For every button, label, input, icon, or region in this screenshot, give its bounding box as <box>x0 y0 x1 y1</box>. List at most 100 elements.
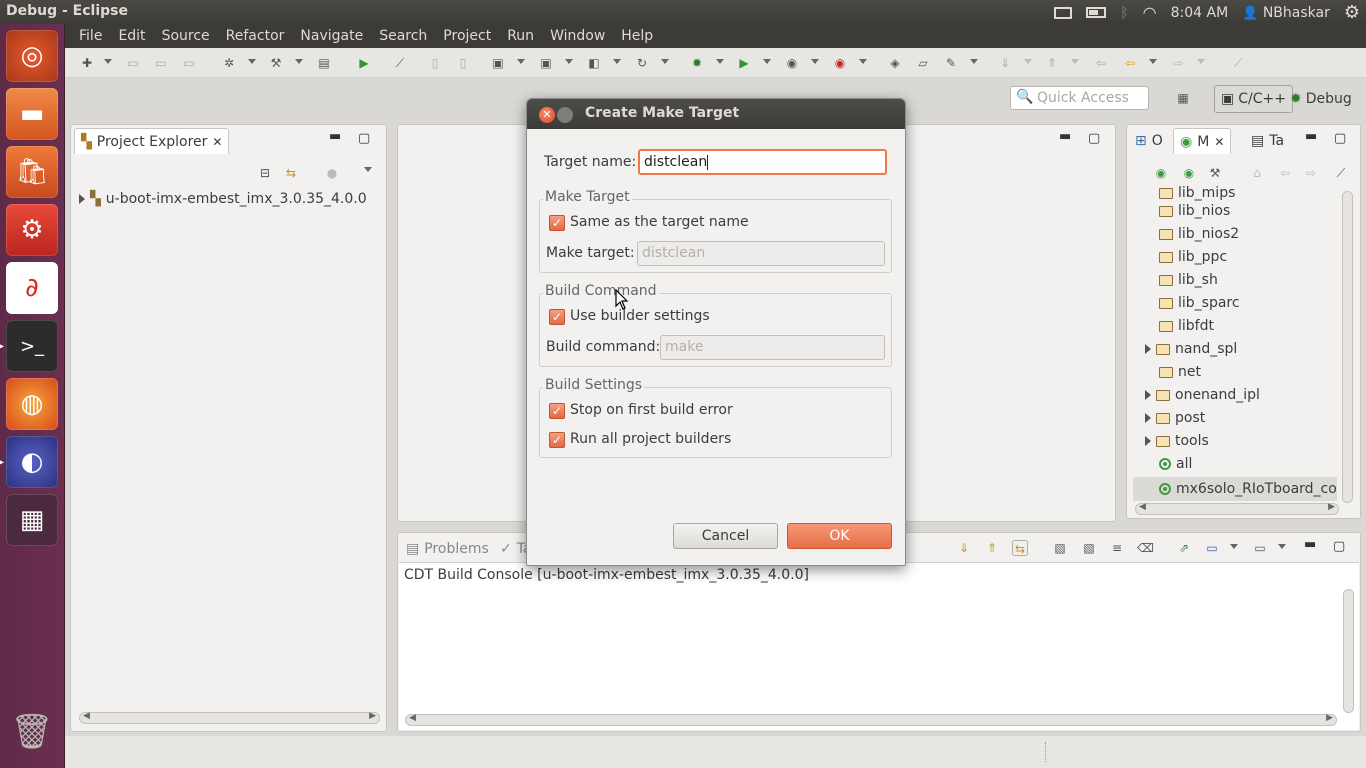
menu-source[interactable]: Source <box>154 28 218 44</box>
binary-icon[interactable]: ▤ <box>316 55 332 71</box>
horizontal-scrollbar[interactable]: ◀ ▶ <box>79 711 380 724</box>
back-dropdown-icon[interactable] <box>1149 59 1157 64</box>
link-console-icon[interactable]: ⇆ <box>1012 540 1028 556</box>
expand-icon[interactable] <box>1145 390 1151 400</box>
maximize-icon[interactable]: ▢ <box>358 131 370 146</box>
scroll-right-icon[interactable]: ▶ <box>369 711 376 721</box>
next-annotation-dropdown-icon[interactable] <box>1024 59 1032 64</box>
print-icon[interactable]: ▭ <box>181 55 197 71</box>
software-center-icon[interactable]: 🛍 <box>6 146 58 198</box>
new-class-icon[interactable]: ◧ <box>586 55 602 71</box>
quick-access-input[interactable]: 🔍 Quick Access <box>1010 86 1149 110</box>
menu-run[interactable]: Run <box>499 28 542 44</box>
minimize-icon[interactable] <box>557 107 573 123</box>
open-console-icon[interactable]: ⇗ <box>1176 540 1192 556</box>
folder-dropdown-icon[interactable] <box>565 59 573 64</box>
eclipse-icon[interactable]: ◐ <box>0 436 58 488</box>
build-command-field[interactable]: make <box>660 335 885 360</box>
save-icon[interactable]: ▭ <box>125 55 141 71</box>
debug-bug-icon[interactable]: ✹ <box>689 55 705 71</box>
search-wand-icon[interactable]: ✎ <box>943 55 959 71</box>
new-cpp-project-icon[interactable]: ▣ <box>490 55 506 71</box>
run-all-builders-checkbox[interactable]: ✓ <box>549 432 565 448</box>
editor-minimize-icon[interactable]: ▬ <box>1059 129 1071 144</box>
console-content[interactable]: CDT Build Console [u-boot-imx-embest_imx… <box>399 562 1359 730</box>
build-hammer-icon[interactable]: ⚒ <box>268 55 284 71</box>
wifi-icon[interactable]: ◠ <box>1143 3 1157 22</box>
workspace-switcher-icon[interactable]: ▦ <box>6 494 58 546</box>
terminate-icon[interactable]: ▯ <box>455 55 471 71</box>
new-folder-icon[interactable]: ▣ <box>538 55 554 71</box>
profile-dropdown-icon[interactable] <box>811 59 819 64</box>
airtel-icon[interactable]: ∂ <box>6 262 58 314</box>
forward-arrow-icon[interactable]: ⇨ <box>1303 165 1319 181</box>
tab-outline[interactable]: ⊞ O <box>1129 128 1169 154</box>
list-item[interactable]: lib_ppc <box>1159 249 1227 265</box>
vertical-scrollbar[interactable] <box>1343 589 1354 713</box>
minimize-icon[interactable]: ▬ <box>1304 537 1316 552</box>
new-target-icon[interactable]: ◉ <box>1181 165 1197 181</box>
new-project-dropdown-icon[interactable] <box>517 59 525 64</box>
expand-icon[interactable] <box>1145 436 1151 446</box>
scroll-down-icon[interactable]: ⇓ <box>956 540 972 556</box>
same-as-target-label[interactable]: Same as the target name <box>570 214 749 230</box>
close-icon[interactable]: ✕ <box>539 107 555 123</box>
firefox-icon[interactable]: ◍ <box>6 378 58 430</box>
list-item[interactable]: lib_nios <box>1159 203 1230 219</box>
files-icon[interactable]: ▬ <box>6 88 58 140</box>
use-builder-settings-checkbox[interactable]: ✓ <box>549 309 565 325</box>
forward-icon[interactable]: ⇨ <box>1170 55 1186 71</box>
run-dropdown-icon[interactable] <box>763 59 771 64</box>
terminal-icon[interactable]: >_ <box>0 320 58 372</box>
home-icon[interactable]: ⌂ <box>1249 165 1265 181</box>
stop-on-error-label[interactable]: Stop on first build error <box>570 402 733 418</box>
maximize-icon[interactable]: ▢ <box>1333 539 1345 554</box>
skip-breakpoints-icon[interactable]: ⟋ <box>392 55 408 71</box>
expand-icon[interactable] <box>79 194 85 204</box>
horizontal-scrollbar[interactable]: ◀ ▶ <box>1135 502 1339 515</box>
horizontal-scrollbar[interactable]: ◀ ▶ <box>405 713 1337 726</box>
ok-button[interactable]: OK <box>787 523 892 549</box>
menu-edit[interactable]: Edit <box>110 28 153 44</box>
close-icon[interactable]: ✕ <box>1214 135 1224 149</box>
editor-maximize-icon[interactable]: ▢ <box>1088 131 1100 146</box>
list-item[interactable]: lib_sparc <box>1159 295 1240 311</box>
list-item[interactable]: tools <box>1145 433 1209 449</box>
new-console-dropdown-icon[interactable] <box>1278 544 1286 549</box>
refresh-dropdown-icon[interactable] <box>661 59 669 64</box>
mail-icon[interactable] <box>1054 6 1073 19</box>
pin-icon[interactable]: ▧ <box>1081 540 1097 556</box>
system-settings-icon[interactable]: ⚙ <box>6 204 58 256</box>
list-item[interactable]: onenand_ipl <box>1145 387 1260 403</box>
resume-icon[interactable]: ▶ <box>356 55 372 71</box>
scroll-up-icon[interactable]: ⇑ <box>984 540 1000 556</box>
user-menu[interactable]: 👤 NBhaskar <box>1242 5 1330 21</box>
debug-dropdown-icon[interactable] <box>716 59 724 64</box>
new-icon[interactable]: ✚ <box>79 55 95 71</box>
next-annotation-icon[interactable]: ⇓ <box>997 55 1013 71</box>
same-as-target-checkbox[interactable]: ✓ <box>549 215 565 231</box>
expand-icon[interactable] <box>1145 413 1151 423</box>
collapse-all-icon[interactable]: ⊟ <box>257 165 273 181</box>
battery-icon[interactable] <box>1086 7 1107 18</box>
expand-icon[interactable] <box>1145 344 1151 354</box>
list-item[interactable]: post <box>1145 410 1205 426</box>
manage-configurations-icon[interactable]: ✲ <box>221 55 237 71</box>
display-dropdown-icon[interactable] <box>1230 544 1238 549</box>
stop-on-error-checkbox[interactable]: ✓ <box>549 403 565 419</box>
run-icon[interactable]: ▶ <box>736 55 752 71</box>
clock[interactable]: 8:04 AM <box>1171 5 1229 21</box>
copy-icon[interactable]: ▧ <box>1052 540 1068 556</box>
ubuntu-dash-icon[interactable]: ◎ <box>6 30 58 82</box>
list-item[interactable]: nand_spl <box>1145 341 1237 357</box>
target-name-input[interactable]: distclean <box>638 149 887 175</box>
project-tree-item[interactable]: ▚ u-boot-imx-embest_imx_3.0.35_4.0.0 <box>79 191 367 207</box>
view-menu-icon[interactable] <box>364 167 372 172</box>
list-item[interactable]: lib_nios2 <box>1159 226 1239 242</box>
external-tools-dropdown-icon[interactable] <box>859 59 867 64</box>
menu-refactor[interactable]: Refactor <box>218 28 293 44</box>
class-dropdown-icon[interactable] <box>613 59 621 64</box>
make-target-field[interactable]: distclean <box>637 241 885 266</box>
list-item[interactable]: libfdt <box>1159 318 1214 334</box>
open-folder-icon[interactable]: ▱ <box>915 55 931 71</box>
